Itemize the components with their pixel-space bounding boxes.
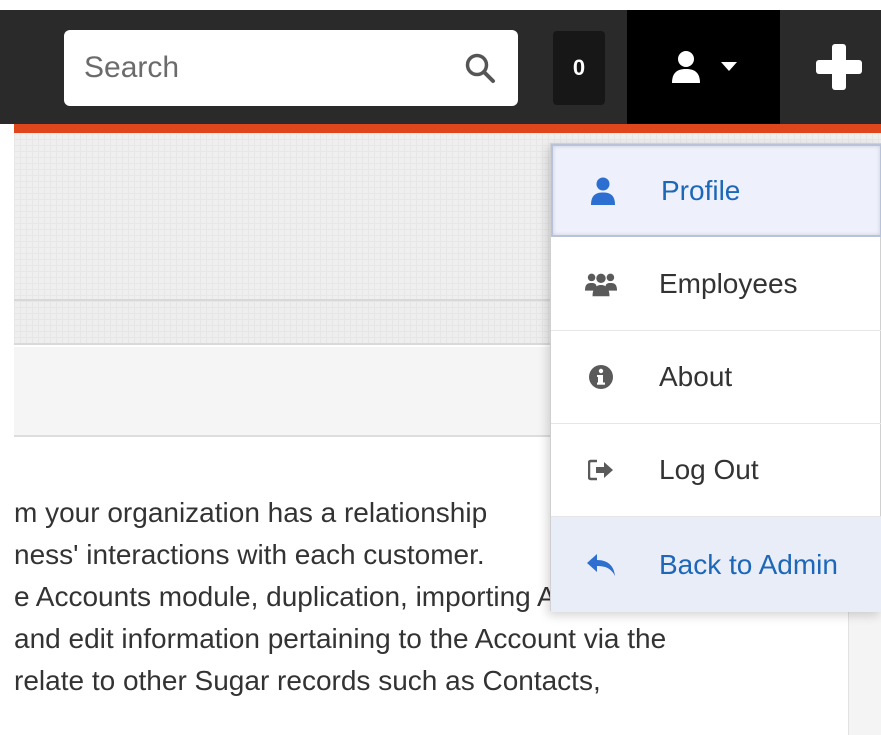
menu-item-back-to-admin[interactable]: Back to Admin: [551, 517, 881, 612]
user-icon: [587, 175, 619, 207]
menu-item-label: About: [659, 361, 733, 392]
search-input[interactable]: [82, 30, 442, 106]
menu-item-employees[interactable]: Employees: [551, 237, 881, 331]
user-icon: [671, 51, 700, 83]
menu-item-label: Employees: [659, 267, 798, 299]
search-icon[interactable]: [464, 52, 496, 84]
logout-icon: [585, 454, 617, 486]
reply-icon: [585, 549, 617, 581]
menu-item-label: Log Out: [659, 454, 759, 485]
description-line: relate to other Sugar records such as Co…: [14, 665, 601, 696]
description-line: and edit information pertaining to the A…: [14, 623, 667, 654]
user-menu-button[interactable]: [627, 10, 780, 124]
notifications-count-button[interactable]: 0: [553, 31, 605, 105]
menu-item-label: Back to Admin: [659, 548, 838, 580]
info-icon: [585, 361, 617, 393]
global-search[interactable]: [64, 30, 518, 106]
header-accent-stripe: [14, 124, 881, 133]
menu-item-log-out[interactable]: Log Out: [551, 424, 881, 517]
menu-item-label: Profile: [661, 174, 741, 206]
menu-item-profile[interactable]: Profile: [551, 144, 881, 237]
menu-item-about[interactable]: About: [551, 331, 881, 424]
users-icon: [585, 268, 617, 300]
quick-create-plus-icon[interactable]: [812, 40, 866, 94]
chevron-down-icon: [720, 62, 737, 71]
user-dropdown-menu: Profile Employees About Log Out Back to …: [550, 143, 881, 612]
